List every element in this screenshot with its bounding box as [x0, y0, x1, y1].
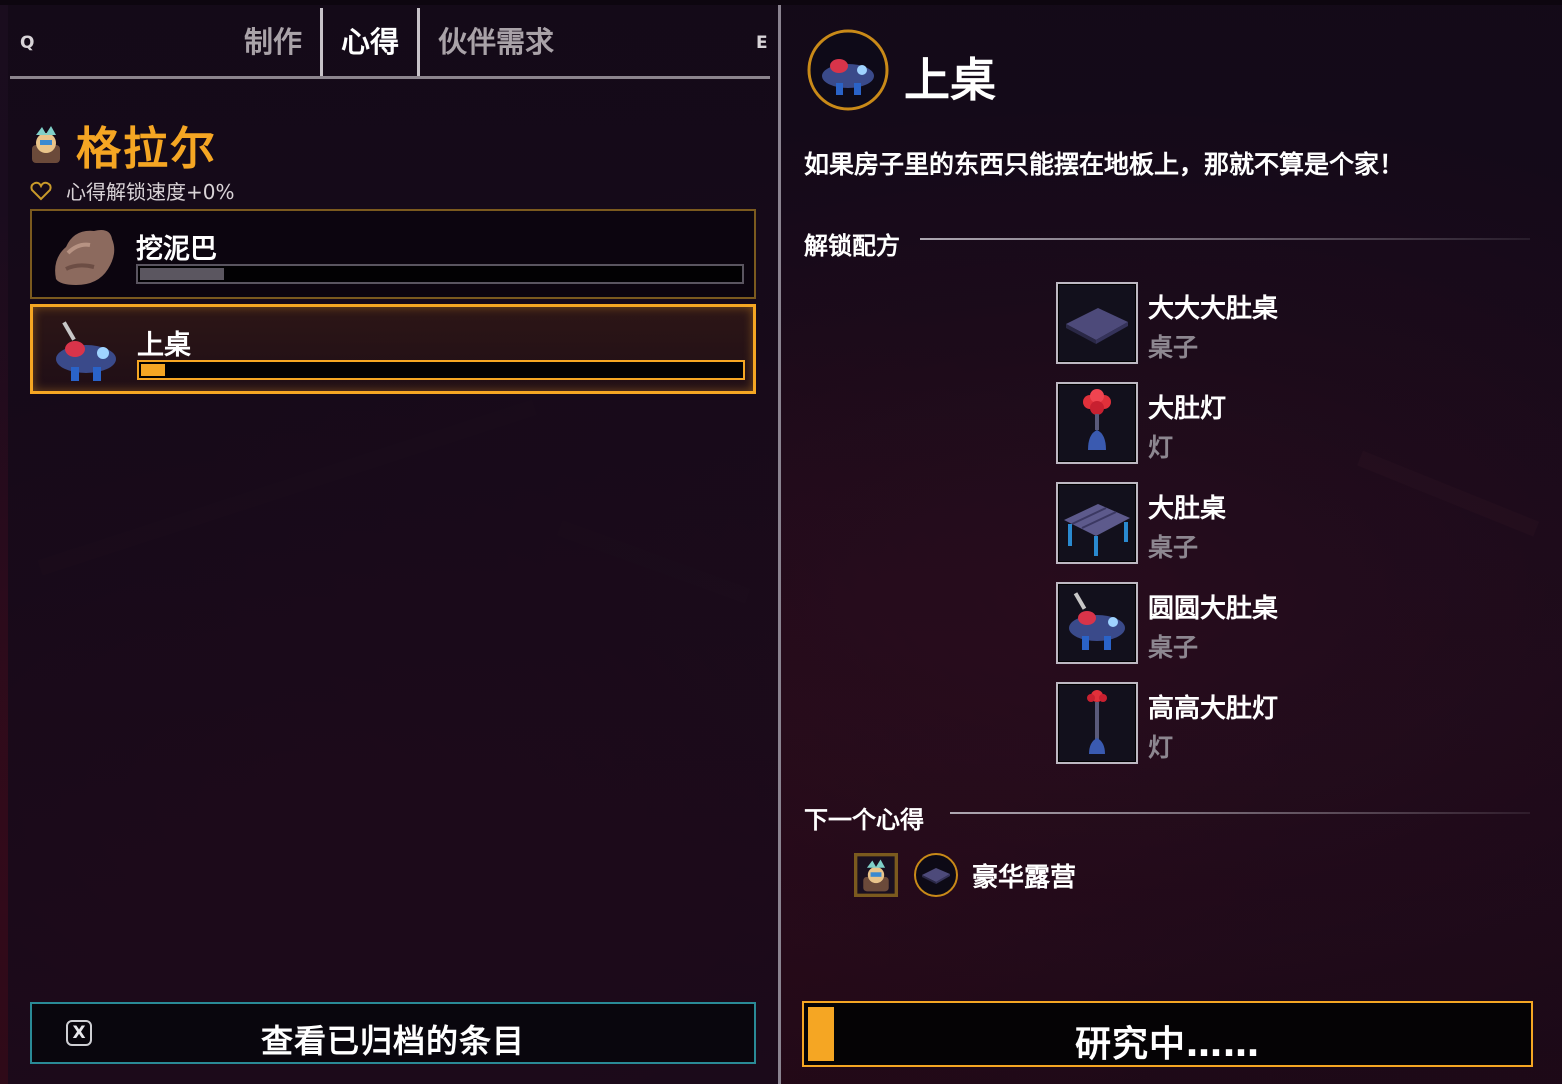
insight-progress-bar [137, 360, 745, 380]
heart-outline-icon [30, 181, 52, 200]
recipe-item[interactable]: 高高大肚灯 灯 [1056, 682, 1356, 766]
view-archived-button[interactable]: X 查看已归档的条目 [30, 1002, 756, 1064]
insight-title: 上桌 [137, 330, 191, 361]
researching-button[interactable]: 研究中…… [802, 1001, 1533, 1067]
detail-description: 如果房子里的东西只能摆在地板上，那就不算是个家！ [804, 150, 1405, 179]
recipe-item[interactable]: 大肚桌 桌子 [1056, 482, 1356, 566]
round-table-icon [56, 321, 116, 381]
npc-name: 格拉尔 [76, 122, 218, 175]
unlock-speed: 心得解锁速度+0% [30, 176, 235, 205]
recipe-type: 桌子 [1148, 333, 1199, 362]
recipe-type: 桌子 [1148, 633, 1199, 662]
recipe-name: 高高大肚灯 [1148, 694, 1279, 724]
unlock-speed-text: 心得解锁速度+0% [66, 180, 235, 204]
recipe-type: 灯 [1148, 433, 1174, 462]
recipe-icon-frame [1056, 482, 1138, 564]
insight-card-dig-mud[interactable]: 挖泥巴 [30, 209, 756, 299]
next-insight-name: 豪华露营 [972, 862, 1077, 893]
round-table-icon [807, 29, 889, 111]
insight-progress-bar [136, 264, 744, 284]
flat-table-icon [1066, 308, 1128, 344]
recipe-name: 大肚灯 [1148, 394, 1227, 424]
recipe-name: 大大大肚桌 [1148, 294, 1279, 324]
plank-table-icon [1064, 504, 1130, 556]
flat-table-icon [922, 868, 950, 884]
recipe-name: 大肚桌 [1148, 494, 1227, 524]
detail-title: 上桌 [904, 53, 996, 107]
research-button-label: 研究中…… [1074, 1024, 1260, 1065]
section-divider [920, 238, 1530, 240]
tab-insights[interactable]: 心得 [323, 8, 417, 76]
recipe-type: 灯 [1148, 733, 1174, 762]
flower-lamp-icon [1083, 389, 1111, 450]
insight-title: 挖泥巴 [136, 234, 217, 265]
recipe-name: 圆圆大肚桌 [1148, 594, 1279, 624]
tab-bar: 制作 心得 伙伴需求 [226, 8, 572, 76]
recipe-item[interactable]: 大大大肚桌 桌子 [1056, 282, 1356, 366]
tall-lamp-icon [1087, 690, 1107, 754]
recipe-icon-frame [1056, 582, 1138, 664]
recipe-icon-frame [1056, 682, 1138, 764]
next-tab-key[interactable]: E [756, 33, 768, 53]
tab-crafting[interactable]: 制作 [226, 8, 320, 76]
tab-underline [10, 76, 770, 79]
tab-companion-requests[interactable]: 伙伴需求 [420, 8, 572, 76]
npc-portrait-icon [32, 125, 60, 163]
recipe-item[interactable]: 大肚灯 灯 [1056, 382, 1356, 466]
archive-button-label: 查看已归档的条目 [260, 1022, 525, 1060]
recipe-icon-frame [1056, 382, 1138, 464]
npc-portrait-icon [854, 853, 898, 897]
mud-lump-icon [55, 230, 115, 285]
section-divider [950, 812, 1530, 814]
recipe-item[interactable]: 圆圆大肚桌 桌子 [1056, 582, 1356, 666]
next-insight-icon-frame [914, 853, 958, 897]
round-table-icon [1069, 592, 1125, 650]
recipe-type: 桌子 [1148, 533, 1199, 562]
insight-progress-fill [141, 364, 165, 376]
insight-card-table[interactable]: 上桌 [30, 304, 756, 394]
npc-header: 格拉尔 [28, 112, 217, 177]
next-insight[interactable]: 豪华露营 [854, 853, 1076, 897]
next-insight-heading: 下一个心得 [804, 806, 924, 834]
insight-progress-fill [140, 268, 224, 280]
recipe-icon-frame [1056, 282, 1138, 364]
prev-tab-key[interactable]: Q [20, 33, 34, 53]
unlock-recipes-heading: 解锁配方 [804, 232, 900, 260]
